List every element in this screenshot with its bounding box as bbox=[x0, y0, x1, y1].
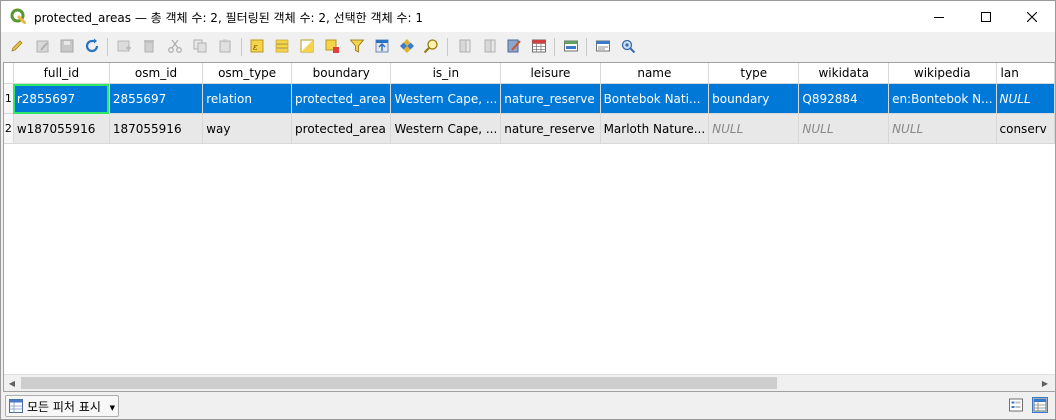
column-header[interactable]: boundary bbox=[291, 63, 392, 84]
column-header[interactable]: type bbox=[708, 63, 800, 84]
row-number[interactable]: 1 bbox=[4, 83, 14, 114]
table-cell[interactable]: protected_area bbox=[291, 83, 392, 114]
form-view-icon[interactable] bbox=[1008, 397, 1024, 413]
table-view-icon[interactable] bbox=[1032, 397, 1048, 413]
column-header[interactable]: wikidata bbox=[798, 63, 890, 84]
expression-select-icon[interactable]: ε bbox=[249, 38, 265, 54]
feature-filter-dropdown[interactable]: 모든 피처 표시 ▼ bbox=[5, 395, 119, 417]
chevron-down-icon: ▼ bbox=[109, 404, 115, 412]
deselect-icon[interactable] bbox=[324, 38, 340, 54]
column-header[interactable]: wikipedia bbox=[888, 63, 997, 84]
zoom-map-icon[interactable] bbox=[620, 38, 636, 54]
table-cell[interactable]: protected_area bbox=[291, 113, 392, 144]
attribute-table-window: protected_areas — 총 객체 수: 2, 필터링된 객체 수: … bbox=[0, 0, 1056, 420]
scrollbar-thumb[interactable] bbox=[21, 377, 777, 389]
select-all-icon[interactable] bbox=[274, 38, 290, 54]
toolbar-separator bbox=[586, 38, 587, 56]
save-edits-icon[interactable] bbox=[59, 38, 75, 54]
title-bar: protected_areas — 총 객체 수: 2, 필터링된 객체 수: … bbox=[1, 1, 1055, 32]
table-cell[interactable]: nature_reserve bbox=[500, 113, 601, 144]
column-header[interactable]: lan bbox=[996, 63, 1055, 84]
table-row[interactable]: 2 w187055916 187055916 way protected_are… bbox=[4, 113, 1055, 144]
cut-icon[interactable] bbox=[167, 38, 183, 54]
maximize-icon bbox=[981, 11, 991, 22]
attribute-table: full_id osm_id osm_type boundary is_in l… bbox=[3, 62, 1056, 392]
horizontal-scrollbar[interactable]: ◀ ▶ bbox=[4, 374, 1055, 391]
attribute-toolbar: ε bbox=[1, 32, 1055, 62]
actions-icon[interactable] bbox=[595, 38, 611, 54]
table-cell[interactable]: NULL bbox=[888, 113, 997, 144]
pan-to-selection-icon[interactable] bbox=[399, 38, 415, 54]
column-header[interactable]: osm_type bbox=[202, 63, 293, 84]
table-cell[interactable]: w187055916 bbox=[13, 113, 110, 144]
toolbar-separator bbox=[554, 38, 555, 56]
table-cell[interactable]: Bontebok Nati... bbox=[600, 83, 710, 114]
close-button[interactable] bbox=[1009, 1, 1055, 32]
table-cell[interactable]: Western Cape, ... bbox=[390, 113, 502, 144]
multi-edit-icon[interactable] bbox=[35, 38, 51, 54]
table-cell[interactable]: en:Bontebok N... bbox=[888, 83, 997, 114]
delete-icon[interactable] bbox=[141, 38, 157, 54]
minimize-button[interactable] bbox=[916, 1, 962, 32]
row-number[interactable]: 2 bbox=[4, 113, 14, 144]
table-cell[interactable]: conserv bbox=[996, 113, 1055, 144]
table-cell[interactable]: r2855697 bbox=[13, 83, 110, 114]
add-feature-icon[interactable] bbox=[116, 38, 132, 54]
column-header[interactable]: is_in bbox=[390, 63, 502, 84]
scroll-right-arrow-icon[interactable]: ▶ bbox=[1037, 375, 1053, 391]
table-cell[interactable]: 2855697 bbox=[109, 83, 204, 114]
table-cell[interactable]: Marloth Nature... bbox=[600, 113, 710, 144]
close-icon bbox=[1027, 11, 1037, 22]
copy-icon[interactable] bbox=[192, 38, 208, 54]
status-bar: 모든 피처 표시 ▼ bbox=[1, 391, 1055, 419]
scroll-left-arrow-icon[interactable]: ◀ bbox=[4, 375, 20, 391]
column-header[interactable]: full_id bbox=[13, 63, 110, 84]
pencil-icon[interactable] bbox=[9, 38, 25, 54]
filter-label: 모든 피처 표시 bbox=[27, 399, 101, 414]
minimize-icon bbox=[934, 16, 944, 18]
toolbar-separator bbox=[107, 38, 108, 56]
table-cell[interactable]: Q892884 bbox=[798, 83, 890, 114]
table-cell[interactable]: nature_reserve bbox=[500, 83, 601, 114]
window-title: protected_areas — 총 객체 수: 2, 필터링된 객체 수: … bbox=[34, 11, 423, 25]
zoom-to-selection-icon[interactable] bbox=[423, 38, 439, 54]
header-row: full_id osm_id osm_type boundary is_in l… bbox=[4, 63, 1055, 84]
svg-text:ε: ε bbox=[253, 43, 258, 53]
invert-selection-icon[interactable] bbox=[299, 38, 315, 54]
table-cell[interactable]: NULL bbox=[708, 113, 800, 144]
qgis-logo-icon bbox=[10, 8, 26, 24]
column-header[interactable]: osm_id bbox=[109, 63, 204, 84]
table-row[interactable]: 1 r2855697 2855697 relation protected_ar… bbox=[4, 83, 1055, 114]
attribute-grid: full_id osm_id osm_type boundary is_in l… bbox=[4, 63, 1055, 144]
table-cell[interactable]: way bbox=[202, 113, 293, 144]
move-selection-top-icon[interactable] bbox=[374, 38, 390, 54]
column-header[interactable]: leisure bbox=[500, 63, 601, 84]
toolbar-separator bbox=[447, 38, 448, 56]
conditional-formatting-icon[interactable] bbox=[531, 38, 547, 54]
table-cell[interactable]: Western Cape, ... bbox=[390, 83, 502, 114]
table-cell[interactable]: 187055916 bbox=[109, 113, 204, 144]
column-header[interactable]: name bbox=[600, 63, 710, 84]
table-cell[interactable]: boundary bbox=[708, 83, 800, 114]
delete-field-icon[interactable] bbox=[482, 38, 498, 54]
paste-icon[interactable] bbox=[217, 38, 233, 54]
toolbar-separator bbox=[241, 38, 242, 56]
maximize-button[interactable] bbox=[963, 1, 1009, 32]
dock-icon[interactable] bbox=[563, 38, 579, 54]
corner-header[interactable] bbox=[4, 63, 14, 84]
table-icon bbox=[9, 399, 23, 413]
new-field-icon[interactable] bbox=[457, 38, 473, 54]
reload-icon[interactable] bbox=[84, 38, 100, 54]
table-cell[interactable]: NULL bbox=[798, 113, 890, 144]
field-calculator-icon[interactable] bbox=[506, 38, 522, 54]
filter-icon[interactable] bbox=[349, 38, 365, 54]
table-cell[interactable]: relation bbox=[202, 83, 293, 114]
table-cell[interactable]: NULL bbox=[996, 83, 1055, 114]
